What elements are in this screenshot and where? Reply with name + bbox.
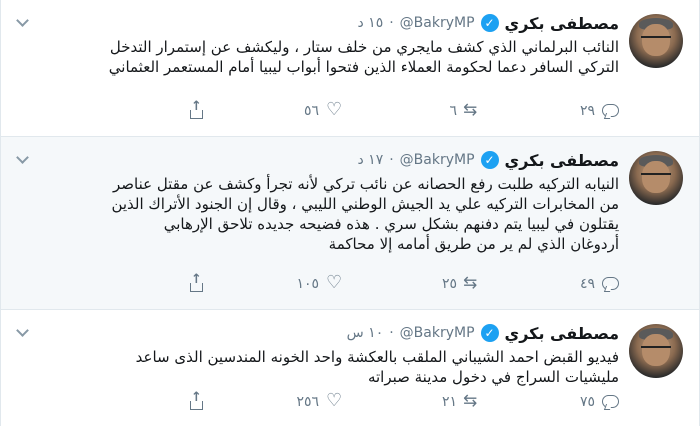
share-button[interactable] <box>165 390 205 411</box>
retweet-count: ٢١ <box>441 394 457 410</box>
reply-count: ٧٥ <box>579 394 595 410</box>
tweet-actions: ٢٩ ٦ ٥٦ <box>17 99 619 122</box>
reply-button[interactable]: ٢٩ <box>481 102 619 120</box>
retweet-icon <box>463 273 481 293</box>
author-name[interactable]: مصطفى بكري <box>505 14 619 33</box>
retweet-count: ٢٥ <box>441 276 457 292</box>
share-icon <box>187 99 205 120</box>
reply-icon <box>601 102 619 120</box>
author-name[interactable]: مصطفى بكري <box>505 151 619 170</box>
verified-badge-icon: ✓ <box>480 151 499 169</box>
reply-button[interactable]: ٧٥ <box>481 393 619 411</box>
separator: · <box>389 325 394 341</box>
tweet-text: النائب البرلماني الذي كشف مايجري من خلف … <box>108 38 619 76</box>
like-button[interactable]: ١٠٥ <box>205 272 343 293</box>
timestamp[interactable]: ١٠ س <box>347 325 384 341</box>
like-count: ٥٦ <box>303 103 319 119</box>
author-handle[interactable]: @BakryMP <box>400 325 475 341</box>
share-icon <box>187 272 205 293</box>
share-icon <box>187 390 205 411</box>
retweet-button[interactable]: ٢٥ <box>343 273 481 293</box>
avatar[interactable] <box>629 324 683 378</box>
tweet-text: النيابه التركيه طلبت رفع الحصانه عن نائب… <box>111 175 619 253</box>
share-button[interactable] <box>165 272 205 293</box>
tweet-actions: ٧٥ ٢١ ٢٥٦ <box>17 390 619 413</box>
avatar[interactable] <box>629 14 683 68</box>
author-handle[interactable]: @BakryMP <box>400 152 475 168</box>
separator: · <box>389 152 394 168</box>
like-count: ٢٥٦ <box>296 394 319 410</box>
tweet[interactable]: مصطفى بكري ✓ @BakryMP · ١٥ د النائب البر… <box>1 0 699 137</box>
reply-count: ٤٩ <box>579 276 595 292</box>
tweet-header: مصطفى بكري ✓ @BakryMP · ١٠ س <box>17 322 619 344</box>
separator: · <box>389 15 394 31</box>
retweet-button[interactable]: ٢١ <box>343 391 481 411</box>
like-button[interactable]: ٢٥٦ <box>205 390 343 411</box>
retweet-icon <box>463 391 481 411</box>
tweet[interactable]: مصطفى بكري ✓ @BakryMP · ١٠ س فيديو القبض… <box>1 310 699 426</box>
verified-badge-icon: ✓ <box>480 14 499 32</box>
chevron-down-icon[interactable] <box>15 151 31 167</box>
retweet-button[interactable]: ٦ <box>343 100 481 120</box>
share-button[interactable] <box>165 99 205 120</box>
tweet-feed: مصطفى بكري ✓ @BakryMP · ١٥ د النائب البر… <box>0 0 700 426</box>
reply-button[interactable]: ٤٩ <box>481 275 619 293</box>
tweet-text: فيديو القبض احمد الشيباني الملقب بالعكشة… <box>135 348 619 386</box>
reply-icon <box>601 275 619 293</box>
chevron-down-icon[interactable] <box>15 14 31 30</box>
tweet-header: مصطفى بكري ✓ @BakryMP · ١٧ د <box>17 149 619 171</box>
like-icon <box>325 390 343 411</box>
reply-icon <box>601 393 619 411</box>
chevron-down-icon[interactable] <box>15 324 31 340</box>
verified-badge-icon: ✓ <box>480 324 499 342</box>
like-icon <box>325 99 343 120</box>
tweet-header: مصطفى بكري ✓ @BakryMP · ١٥ د <box>17 12 619 34</box>
timestamp[interactable]: ١٥ د <box>357 15 383 31</box>
reply-count: ٢٩ <box>579 103 595 119</box>
timestamp[interactable]: ١٧ د <box>357 152 383 168</box>
retweet-icon <box>463 100 481 120</box>
like-icon <box>325 272 343 293</box>
tweet-actions: ٤٩ ٢٥ ١٠٥ <box>17 272 619 295</box>
author-handle[interactable]: @BakryMP <box>400 15 475 31</box>
avatar[interactable] <box>629 151 683 205</box>
retweet-count: ٦ <box>449 103 457 119</box>
author-name[interactable]: مصطفى بكري <box>505 324 619 343</box>
like-count: ١٠٥ <box>296 276 319 292</box>
tweet[interactable]: مصطفى بكري ✓ @BakryMP · ١٧ د النيابه الت… <box>1 137 699 310</box>
like-button[interactable]: ٥٦ <box>205 99 343 120</box>
